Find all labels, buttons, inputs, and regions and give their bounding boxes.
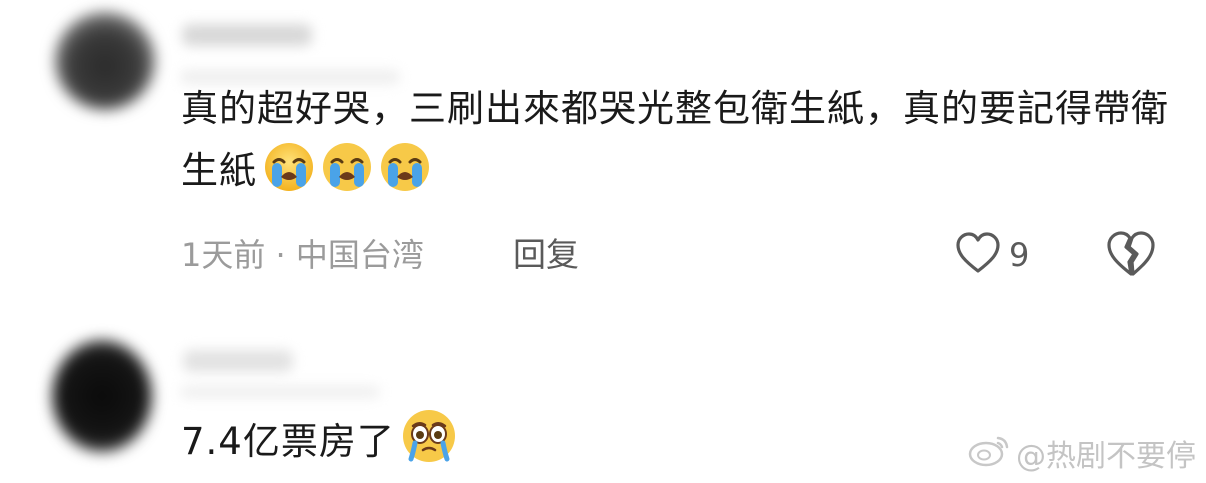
- comment-body: 7.4亿票房了: [181, 420, 395, 463]
- username-blurred[interactable]: [183, 350, 293, 372]
- username-blurred[interactable]: [182, 24, 312, 46]
- heart-icon: [955, 231, 1001, 279]
- comment-section: 真的超好哭，三刷出來都哭光整包衛生紙，真的要記得帶衛生紙 1天前 · 中国台湾 …: [0, 0, 1206, 483]
- comment-meta: 1天前 · 中国台湾: [181, 236, 424, 274]
- weibo-logo-icon: [968, 433, 1012, 480]
- username-blurred-detail: [180, 386, 380, 398]
- like-count: 9: [1009, 236, 1030, 274]
- loudly-crying-face-icon: [379, 141, 431, 212]
- comment-text: 真的超好哭，三刷出來都哭光整包衛生紙，真的要記得帶衛生紙: [181, 78, 1171, 212]
- comment-text: 7.4亿票房了: [181, 408, 457, 483]
- loudly-crying-face-icon: [263, 141, 315, 212]
- weibo-watermark: @热剧不要停: [968, 433, 1196, 480]
- reply-button[interactable]: 回复: [513, 233, 579, 277]
- watermark-text: @热剧不要停: [1016, 438, 1196, 474]
- avatar[interactable]: [52, 340, 152, 452]
- holding-back-tears-face-icon: [401, 408, 457, 483]
- avatar[interactable]: [55, 12, 155, 110]
- broken-heart-icon: [1106, 231, 1156, 282]
- loudly-crying-face-icon: [321, 141, 373, 212]
- like-button[interactable]: 9: [955, 230, 1029, 280]
- dislike-button[interactable]: [1106, 230, 1156, 280]
